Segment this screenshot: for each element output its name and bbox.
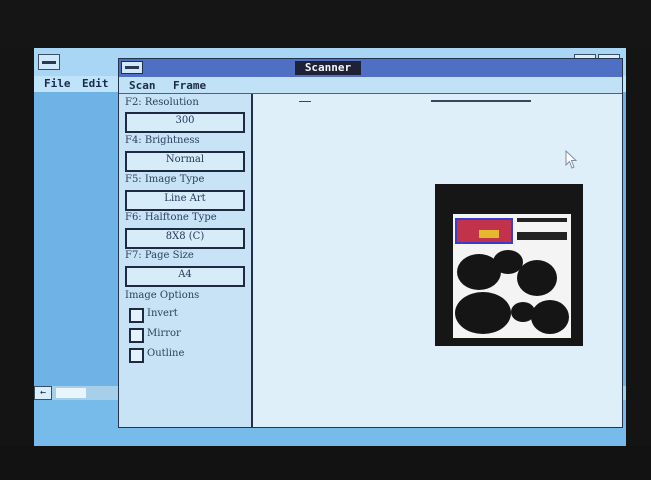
resolution-label: F2: Resolution: [125, 97, 199, 108]
monitor-bezel-right: [626, 48, 651, 446]
outline-checkbox[interactable]: [129, 348, 144, 363]
scanned-logo: [455, 218, 513, 244]
scanner-menubar: Scan Frame: [119, 77, 622, 94]
resolution-field[interactable]: 300: [125, 112, 245, 133]
menu-edit[interactable]: Edit: [82, 76, 109, 92]
scanned-image-preview: [435, 184, 583, 346]
scanner-title: Scanner: [295, 61, 361, 75]
scanned-page-content: [453, 214, 571, 338]
page-size-label: F7: Page Size: [125, 250, 194, 261]
menu-file[interactable]: File: [44, 76, 71, 92]
scanner-titlebar: Scanner: [119, 59, 622, 77]
invert-checkbox[interactable]: [129, 308, 144, 323]
monitor-bezel-bottom: [0, 446, 651, 480]
scan-preview-area[interactable]: [253, 94, 622, 427]
brightness-label: F4: Brightness: [125, 135, 200, 146]
menu-frame[interactable]: Frame: [173, 77, 206, 94]
mouse-cursor-icon: [565, 150, 578, 169]
halftone-type-field[interactable]: 8X8 (C): [125, 228, 245, 249]
preview-marker: [299, 101, 311, 102]
mirror-label: Mirror: [147, 328, 181, 339]
system-menu-icon[interactable]: [38, 54, 60, 70]
image-options-label: Image Options: [125, 290, 200, 301]
brightness-field[interactable]: Normal: [125, 151, 245, 172]
preview-scan-line: [431, 100, 531, 102]
outline-label: Outline: [147, 348, 185, 359]
scanner-system-menu-icon[interactable]: [121, 61, 143, 74]
menu-scan[interactable]: Scan: [129, 77, 156, 94]
monitor-bezel-left: [0, 48, 34, 446]
invert-label: Invert: [147, 308, 178, 319]
image-type-label: F5: Image Type: [125, 174, 205, 185]
horizontal-scroll-thumb[interactable]: [56, 388, 86, 398]
monitor-bezel-top: [0, 0, 651, 48]
page-size-field[interactable]: A4: [125, 266, 245, 287]
mirror-checkbox[interactable]: [129, 328, 144, 343]
halftone-type-label: F6: Halftone Type: [125, 212, 217, 223]
scanner-window: Scanner Scan Frame F2: Resolution 300 F4…: [118, 58, 623, 428]
image-type-field[interactable]: Line Art: [125, 190, 245, 211]
scroll-left-button[interactable]: ←: [34, 386, 52, 400]
scan-options-panel: F2: Resolution 300 F4: Brightness Normal…: [119, 94, 253, 427]
